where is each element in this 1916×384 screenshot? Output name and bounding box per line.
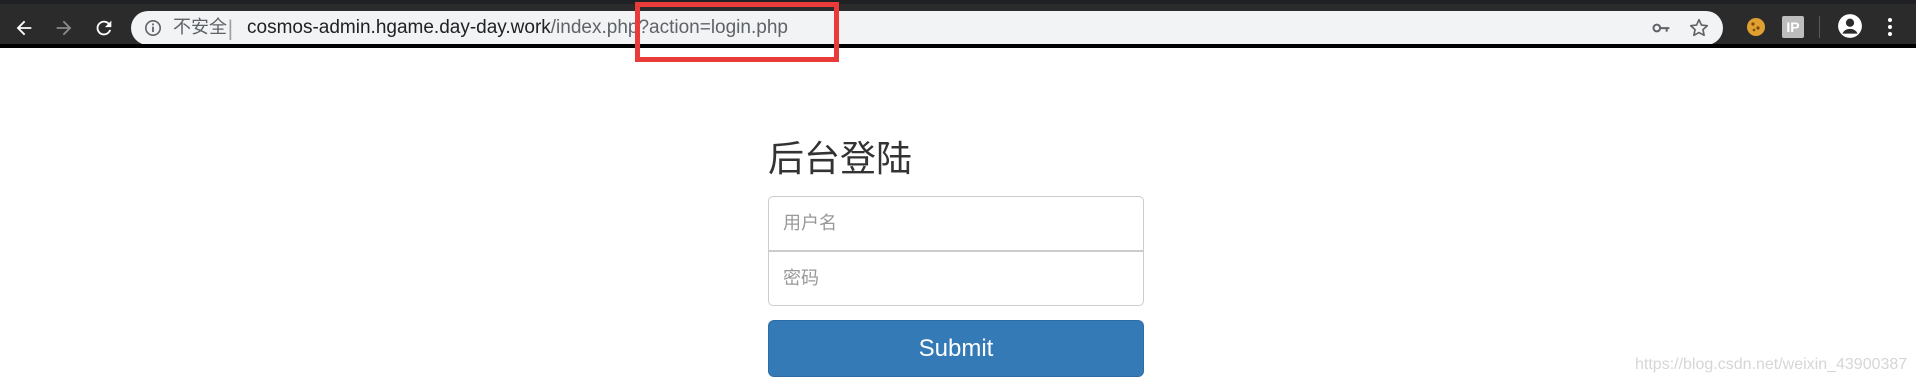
forward-button[interactable] xyxy=(48,12,80,44)
security-label[interactable]: 不安全 xyxy=(173,18,227,38)
back-button[interactable] xyxy=(8,12,40,44)
key-icon[interactable] xyxy=(1651,18,1671,38)
reload-icon xyxy=(96,20,112,36)
browser-toolbar: 不安全 | cosmos-admin.hgame.day-day.work/in… xyxy=(0,4,1916,45)
password-input[interactable] xyxy=(768,251,1144,306)
url-highlight-annotation xyxy=(635,2,839,62)
account-icon[interactable] xyxy=(1837,13,1863,39)
more-vert-icon[interactable] xyxy=(1879,16,1901,38)
reload-button[interactable] xyxy=(88,12,120,44)
security-separator: | xyxy=(227,16,234,40)
ip-icon-label: IP xyxy=(1786,19,1800,35)
ip-icon[interactable]: IP xyxy=(1782,16,1804,38)
watermark: https://blog.csdn.net/weixin_43900387 xyxy=(1635,356,1908,373)
username-input[interactable] xyxy=(768,196,1144,251)
url-host: cosmos-admin.hgame.day-day.work xyxy=(247,17,551,38)
toolbar-divider xyxy=(1819,16,1820,38)
info-icon[interactable] xyxy=(143,18,163,38)
login-heading: 后台登陆 xyxy=(768,139,913,180)
address-bar[interactable]: 不安全 | cosmos-admin.hgame.day-day.work/in… xyxy=(131,11,1723,45)
cookie-icon[interactable] xyxy=(1745,16,1767,38)
submit-button[interactable]: Submit xyxy=(768,320,1144,377)
star-icon[interactable] xyxy=(1688,17,1710,39)
arrow-left-icon xyxy=(16,20,32,36)
login-form: 后台登陆 Submit xyxy=(768,138,1144,377)
arrow-right-icon xyxy=(56,20,72,36)
toolbar-border xyxy=(0,44,1916,48)
